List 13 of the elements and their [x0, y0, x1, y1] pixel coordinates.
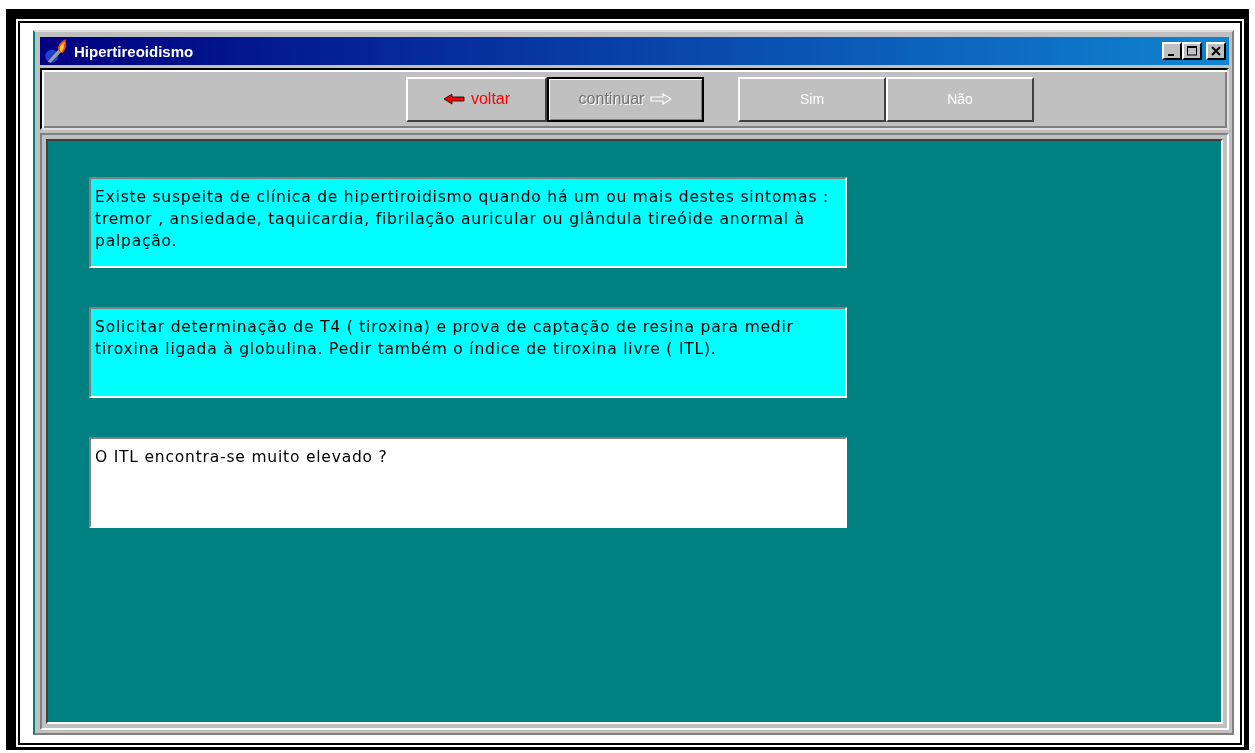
window-title: Hipertireoidismo: [74, 42, 195, 60]
back-button[interactable]: voltar: [406, 76, 547, 122]
question-text-box: O ITL encontra-se muito elevado ?: [89, 437, 847, 528]
minimize-icon: [1168, 54, 1174, 56]
close-button[interactable]: [1206, 42, 1226, 60]
left-arrow-icon: [442, 93, 465, 105]
right-arrow-icon: [650, 93, 673, 105]
info-text-box: Solicitar determinação de T4 ( tiroxina) e prova de captação de resina para medir tiroxina ligada à globulina. Pedir também o índice de tiroxina livre ( ITL).: [89, 307, 847, 398]
maximize-icon: [1187, 46, 1197, 56]
close-icon: [1211, 46, 1221, 56]
minimize-button[interactable]: [1162, 42, 1182, 60]
maximize-button[interactable]: [1182, 42, 1202, 60]
info-text-box: Existe suspeita de clínica de hipertiroidismo quando há um ou mais destes sintomas : tremor , ansiedade, taquicardia, fibrilação auricular ou glândula tireóide anormal à palpação.: [89, 177, 847, 268]
